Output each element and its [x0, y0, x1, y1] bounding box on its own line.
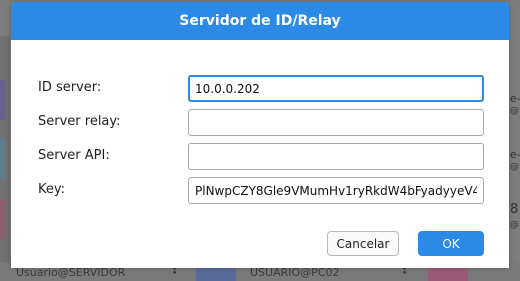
background-peer-fragment: @ — [510, 220, 519, 230]
background-peer-thumb — [0, 198, 6, 238]
field-row-server-relay: Server relay: — [11, 109, 509, 137]
background-peer-fragment: @ — [510, 162, 519, 172]
background-peer-thumb — [0, 80, 6, 120]
field-row-server-api: Server API: — [11, 143, 509, 171]
id-server-input[interactable] — [188, 75, 484, 102]
field-row-id-server: ID server: — [11, 75, 509, 103]
key-label: Key: — [38, 182, 66, 197]
key-input[interactable] — [188, 177, 484, 204]
background-peer-thumb — [0, 138, 6, 178]
cancel-button[interactable]: Cancelar — [327, 231, 399, 256]
dialog-title: Servidor de ID/Relay — [179, 13, 341, 29]
id-server-label: ID server: — [38, 80, 102, 95]
server-api-input[interactable] — [188, 143, 484, 170]
server-relay-label: Server relay: — [38, 114, 121, 129]
server-relay-input[interactable] — [188, 109, 484, 136]
dialog-header: Servidor de ID/Relay — [11, 2, 509, 40]
field-row-key: Key: — [11, 177, 509, 205]
background-peer-fragment: e- — [510, 148, 520, 161]
background-peer-thumb — [196, 266, 236, 281]
ok-button[interactable]: OK — [418, 231, 484, 256]
background-peer-thumb — [428, 266, 468, 281]
background-peer-fragment: @ — [510, 106, 519, 116]
background-peer-fragment: 8 — [510, 202, 519, 217]
server-api-label: Server API: — [38, 148, 110, 163]
id-relay-server-dialog: Servidor de ID/Relay ID server: Server r… — [11, 2, 509, 268]
background-peer-fragment: e- — [510, 92, 520, 105]
